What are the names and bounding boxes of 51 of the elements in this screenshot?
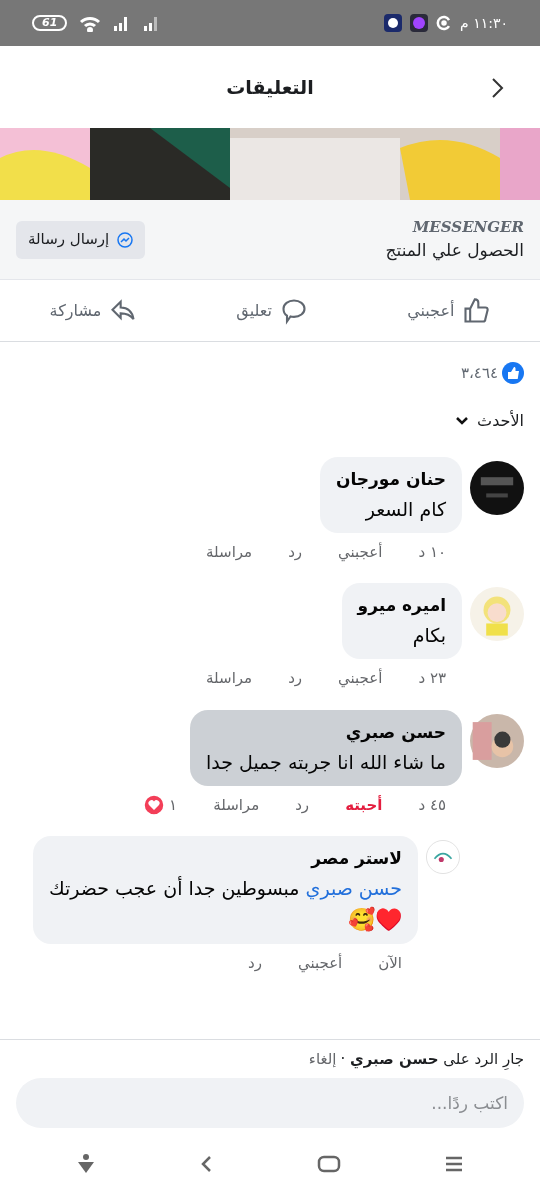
message-link[interactable]: مراسلة [206,540,253,563]
comment-text: بكام [411,623,446,649]
comment-text: كام السعر [364,496,446,523]
post-action-button[interactable]: مشاركة [49,296,138,325]
thumbs-up-icon [462,296,491,325]
cancel-link[interactable]: إلغاء [308,1047,337,1070]
post-headline: الحصول علي المنتج [385,239,524,263]
commenter-name[interactable]: لاستر مصر [48,844,402,872]
comment-time: ٢٣ د [418,668,446,689]
messenger-label: MESSENGER [412,216,524,238]
like-link[interactable]: أحبته [345,793,383,816]
reply-link[interactable]: رد [247,952,262,975]
reply-input-field[interactable]: اكتب ردًا... [16,1078,524,1128]
post-action-button[interactable]: أعجبني [407,296,491,325]
back-icon[interactable] [199,1154,214,1174]
clock-time: ١١:٣٠ م [460,13,508,33]
message-link[interactable]: مراسلة [213,793,260,816]
sort-dropdown[interactable]: الأحدث [455,408,524,433]
send-message-button[interactable]: إرسال رسالة [16,220,146,259]
commenter-name[interactable]: حسن صبري [205,717,446,746]
commenter-name[interactable]: حنان مورجان [335,464,446,493]
back-icon[interactable] [490,77,504,99]
reaction-count: ٣،٤٦٤ [460,363,498,384]
like-reaction-icon [502,362,524,385]
mention-link[interactable]: حسن صبري [305,877,402,899]
replying-to-text: جارِ الرد على حسن صبري · [340,1048,524,1070]
commenter-name[interactable]: اميره ميرو [357,591,446,619]
like-link[interactable]: أعجبني [338,667,383,690]
post-action-button[interactable]: تعليق [236,296,308,325]
comment-text: حسن صبري مبسوطين جدا أن عجب حضرتك [48,875,402,902]
comment-emoji: ♥🥰 [347,905,402,934]
reply-link[interactable]: رد [295,793,310,816]
reply-link[interactable]: رد [288,540,303,563]
menu-icon[interactable] [444,1155,465,1173]
comment-time: الآن [378,953,402,974]
message-link[interactable]: مراسلة [206,667,253,690]
comment-text: ما شاء الله انا جربته جميل جدا [205,749,446,776]
comment-time: ٤٥ د [418,794,446,816]
home-icon[interactable] [316,1154,341,1174]
screen-title: التعليقات [226,74,314,100]
comment-time: ١٠ د [418,541,446,563]
like-link[interactable]: أعجبني [297,952,343,975]
messenger-icon [117,231,134,248]
wifi-icon [79,14,102,32]
chevron-down-icon [455,415,470,426]
like-link[interactable]: أعجبني [338,540,383,563]
accessibility-icon[interactable] [75,1153,96,1175]
reply-link[interactable]: رد [288,667,303,690]
sync-icon [436,15,453,31]
reaction-count: ١ [169,794,178,816]
battery-indicator: 61 [32,15,68,31]
